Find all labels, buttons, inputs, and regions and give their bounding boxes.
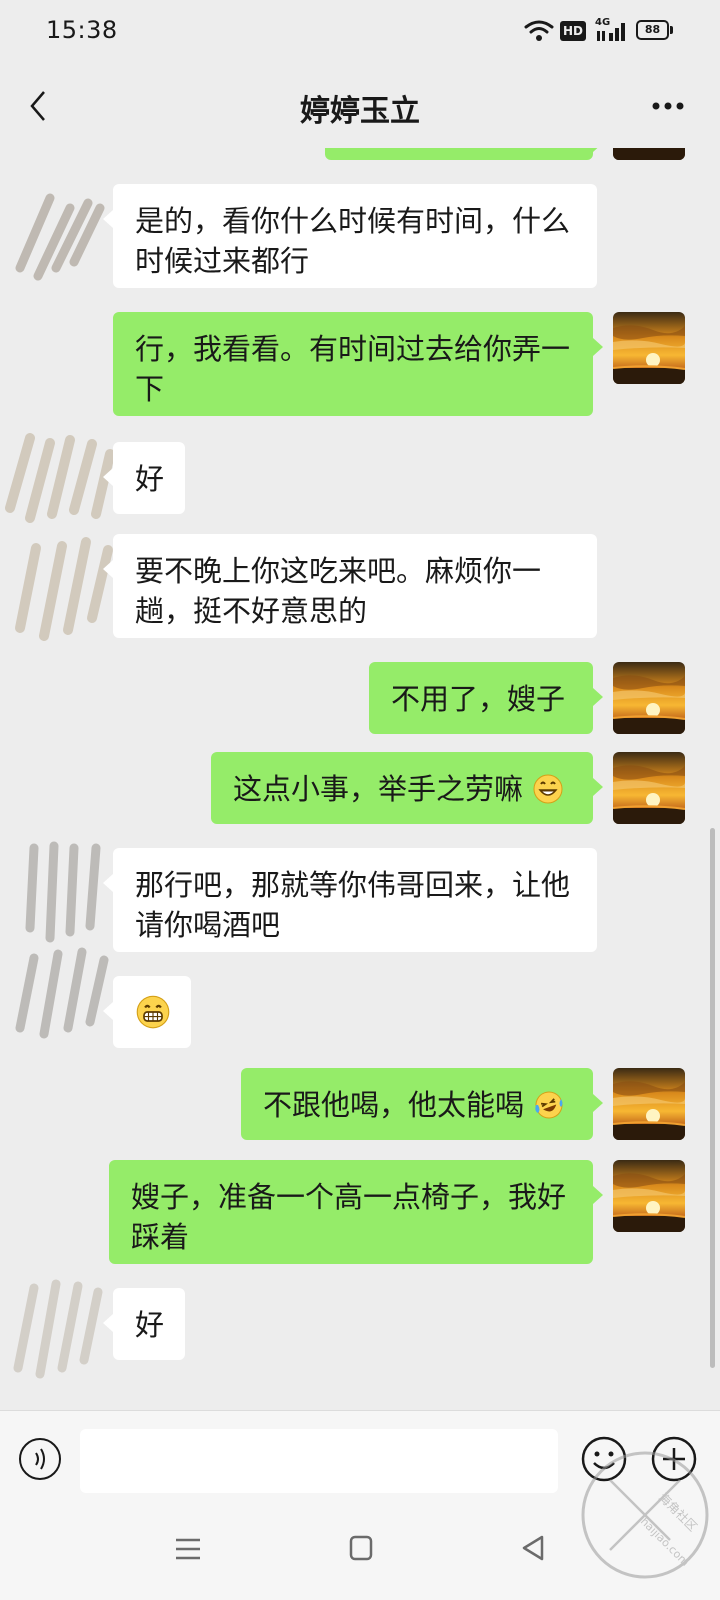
message-bubble-outgoing[interactable]: 不跟他喝，他太能喝: [241, 1068, 603, 1140]
watermark-logo: 海角社区 haijiao.com: [581, 1451, 709, 1579]
message-bubble-outgoing[interactable]: 行，我看看。有时间过去给你弄一下: [113, 312, 603, 416]
message-bubble-incoming[interactable]: [103, 976, 191, 1048]
message-bubble-outgoing-partial[interactable]: [325, 148, 603, 160]
message-list[interactable]: 是的，看你什么时候有时间，什么时候过来都行 行，我看看。有时间过去给你弄一下 好…: [0, 148, 720, 1410]
message-input[interactable]: [80, 1429, 558, 1493]
contact-avatar-blurred[interactable]: [0, 828, 120, 1048]
my-avatar[interactable]: [613, 752, 685, 824]
wifi-icon: [524, 20, 554, 41]
home-icon[interactable]: [348, 1534, 374, 1562]
contact-avatar-blurred[interactable]: [0, 418, 120, 648]
grinning-face-icon: [533, 774, 563, 804]
status-time: 15:38: [46, 16, 118, 44]
message-bubble-outgoing[interactable]: 这点小事，举手之劳嘛: [211, 752, 603, 824]
message-text: 好: [135, 462, 165, 496]
recent-apps-icon[interactable]: [174, 1536, 202, 1562]
message-text: 不跟他喝，他太能喝: [263, 1088, 525, 1122]
signal-icon: 4G: [595, 17, 629, 43]
chat-scrollbar[interactable]: [710, 828, 715, 1368]
battery-level: 88: [636, 20, 669, 40]
my-avatar[interactable]: [613, 148, 685, 160]
contact-avatar-blurred[interactable]: [0, 168, 110, 288]
message-text: 那行吧，那就等你伟哥回来，让他请你喝酒吧: [135, 868, 571, 942]
my-avatar[interactable]: [613, 662, 685, 734]
battery-icon: 88: [636, 20, 676, 42]
message-bubble-incoming[interactable]: 好: [103, 442, 185, 514]
message-text: 是的，看你什么时候有时间，什么时候过来都行: [135, 204, 571, 278]
message-bubble-incoming[interactable]: 要不晚上你这吃来吧。麻烦你一趟，挺不好意思的: [103, 534, 597, 638]
message-text: 行，我看看。有时间过去给你弄一下: [135, 332, 571, 406]
message-bubble-outgoing[interactable]: 不用了，嫂子: [369, 662, 603, 734]
contact-avatar-blurred[interactable]: [0, 1248, 110, 1388]
message-text: 要不晚上你这吃来吧。麻烦你一趟，挺不好意思的: [135, 554, 542, 628]
voice-input-icon[interactable]: [18, 1437, 62, 1481]
chat-title: 婷婷玉立: [300, 94, 420, 129]
grimacing-grin-icon: [136, 995, 170, 1029]
message-bubble-incoming[interactable]: 是的，看你什么时候有时间，什么时候过来都行: [103, 184, 597, 288]
message-bubble-incoming[interactable]: 那行吧，那就等你伟哥回来，让他请你喝酒吧: [103, 848, 597, 952]
my-avatar[interactable]: [613, 1068, 685, 1140]
message-text: 不用了，嫂子: [391, 682, 566, 716]
status-bar: 15:38 HD 4G 88: [0, 0, 720, 64]
laughing-tears-icon: [535, 1091, 563, 1119]
system-back-icon[interactable]: [520, 1534, 546, 1562]
message-text: 好: [135, 1308, 165, 1342]
hd-badge: HD: [560, 21, 586, 41]
message-bubble-outgoing[interactable]: 嫂子，准备一个高一点椅子，我好踩着: [109, 1160, 603, 1264]
my-avatar[interactable]: [613, 1160, 685, 1232]
message-text: 这点小事，举手之劳嘛: [233, 772, 524, 806]
my-avatar[interactable]: [613, 312, 685, 384]
message-text: 嫂子，准备一个高一点椅子，我好踩着: [131, 1180, 567, 1254]
more-options-icon[interactable]: [648, 94, 688, 118]
chat-header: 婷婷玉立: [0, 64, 720, 148]
message-bubble-incoming[interactable]: 好: [103, 1288, 185, 1360]
watermark-text-cn: 海角社区: [656, 1490, 701, 1535]
